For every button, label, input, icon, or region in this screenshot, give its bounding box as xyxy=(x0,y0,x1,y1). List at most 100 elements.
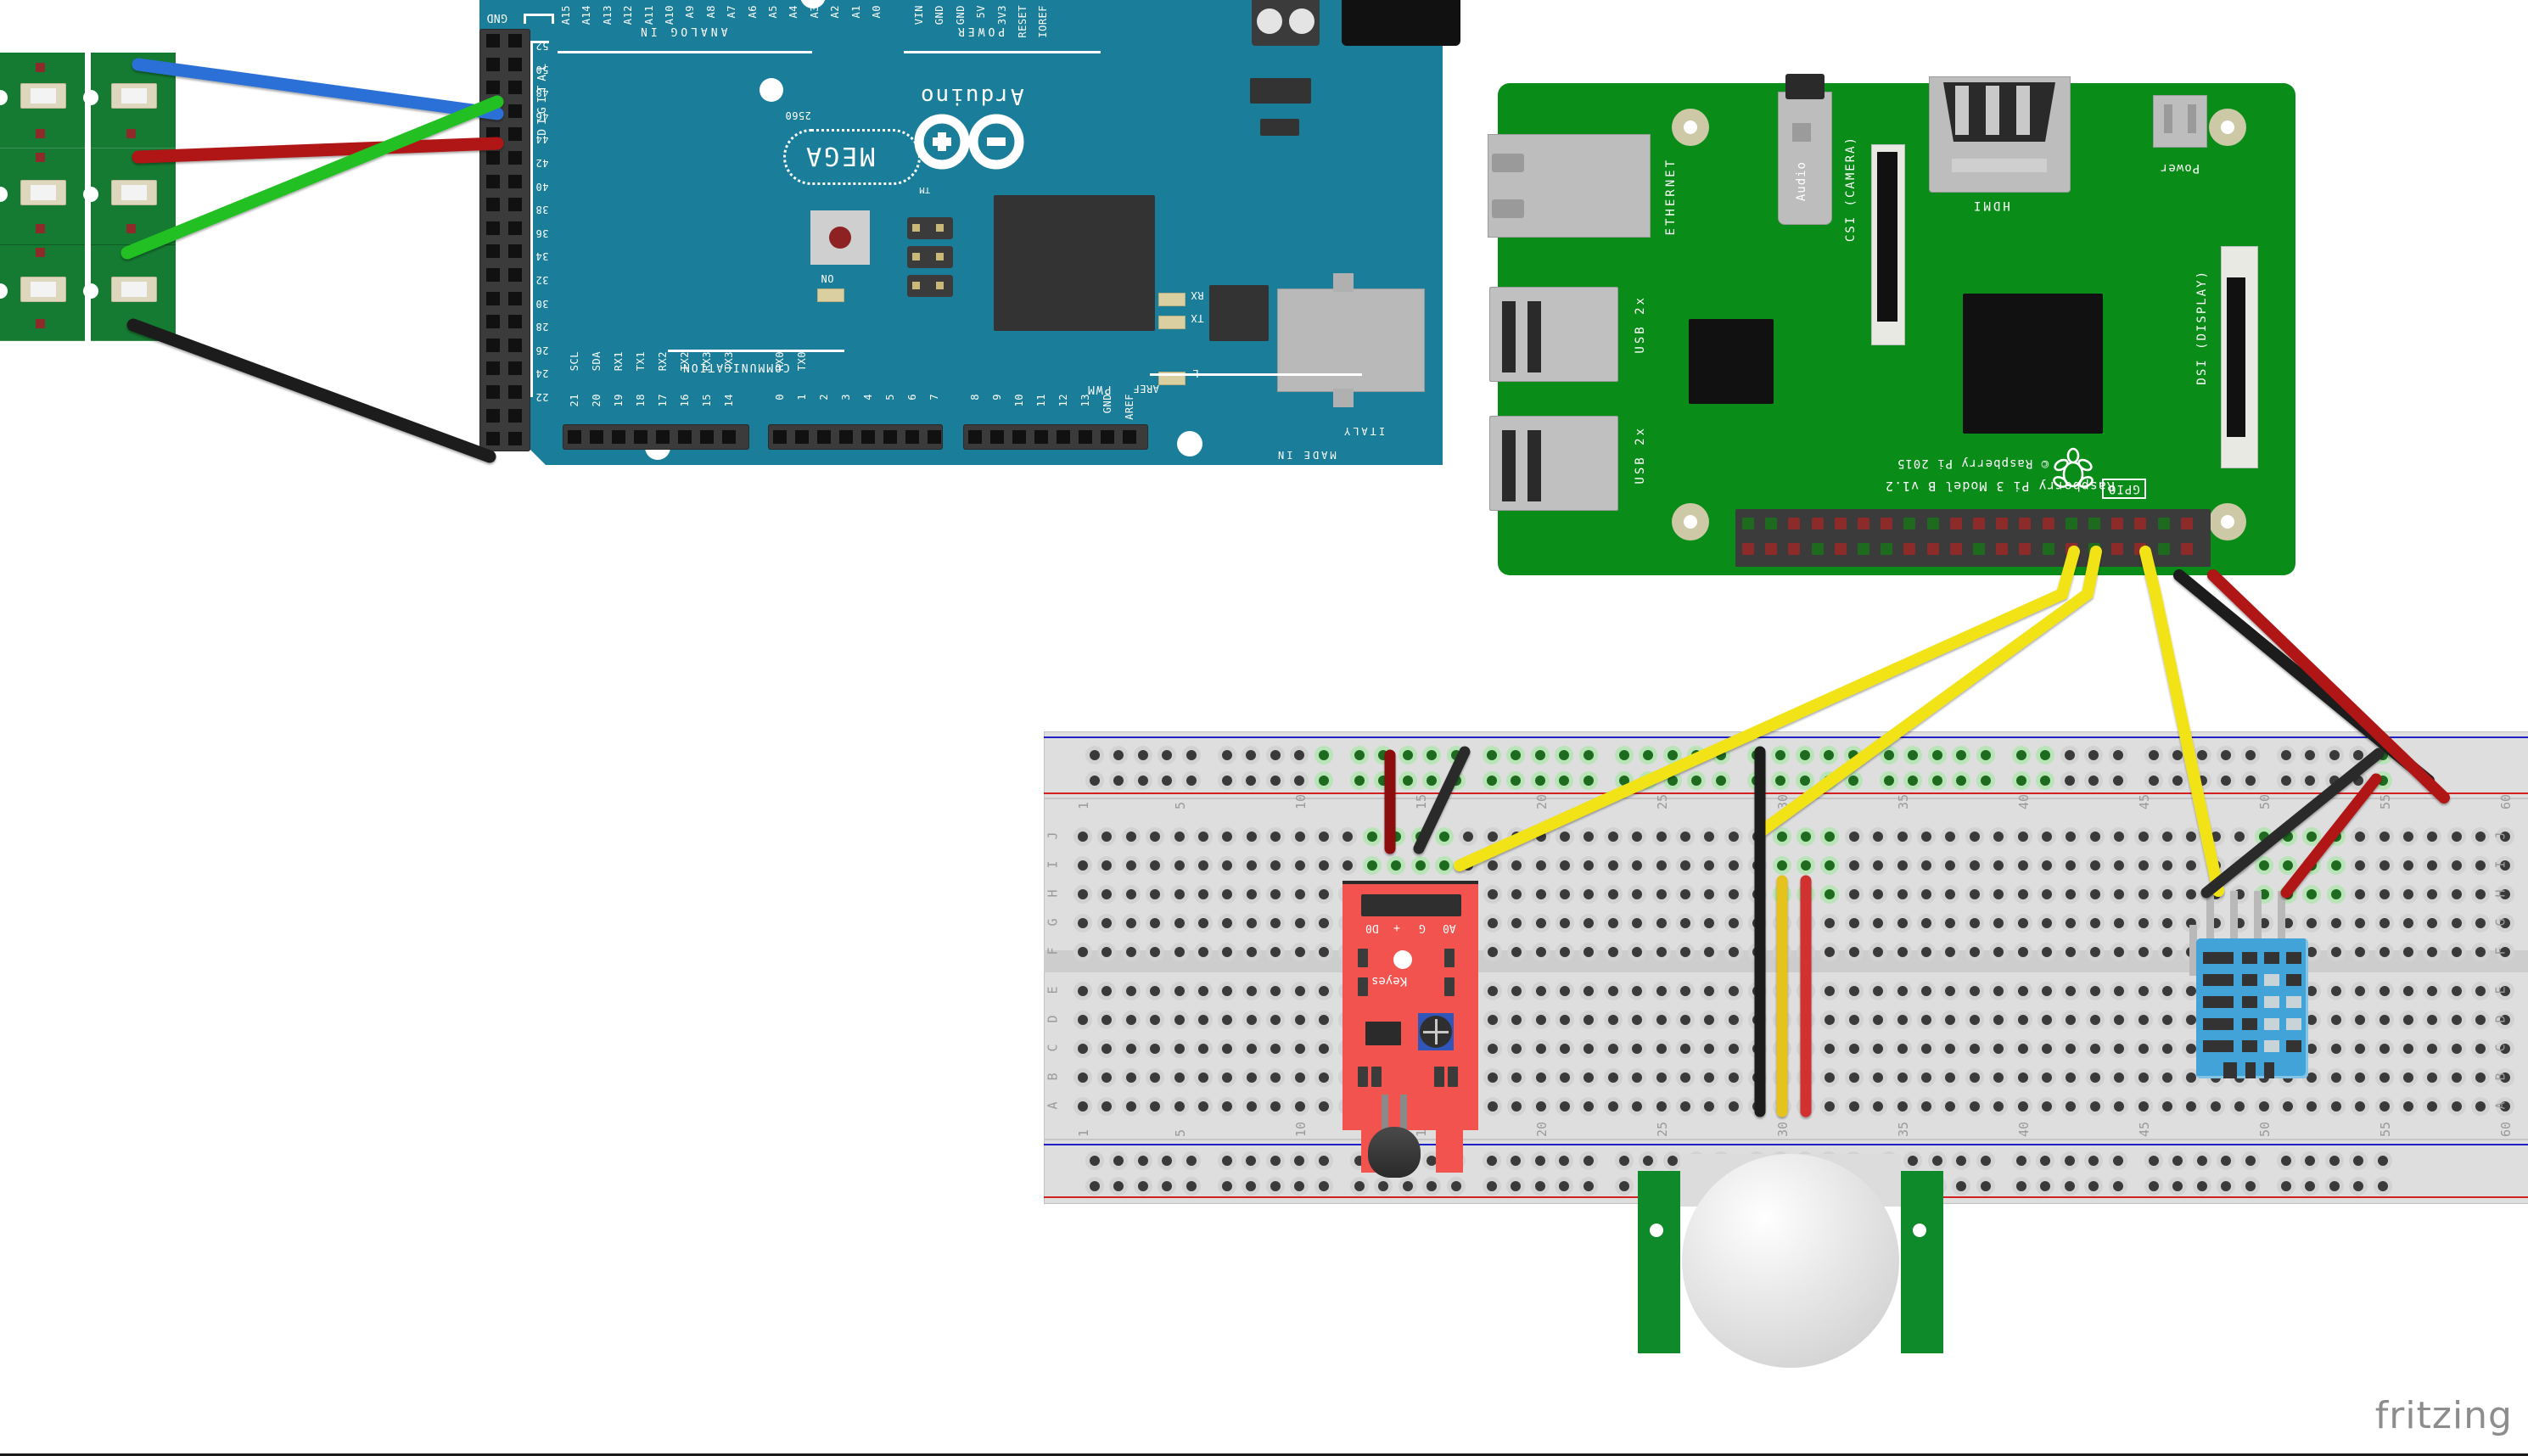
keyes-sensor-module[interactable]: D0 + G A0 Keyes xyxy=(1342,881,1478,1173)
breadboard-hole[interactable] xyxy=(2017,1044,2028,1054)
arduino-digital-pin[interactable] xyxy=(508,432,522,446)
icsp-header[interactable] xyxy=(907,275,953,297)
breadboard-hole[interactable] xyxy=(1319,986,1329,996)
breadboard-rail-hole-top[interactable] xyxy=(1752,776,1762,786)
breadboard-rail-hole-bottom[interactable] xyxy=(1186,1156,1197,1166)
breadboard-hole[interactable] xyxy=(1078,832,1088,842)
breadboard-hole[interactable] xyxy=(2042,1044,2052,1054)
breadboard-hole[interactable] xyxy=(1198,889,1208,899)
rpi-gpio-pin[interactable] xyxy=(2088,543,2100,555)
breadboard-hole[interactable] xyxy=(1487,1072,1498,1083)
breadboard-rail-hole-top[interactable] xyxy=(1090,750,1100,760)
breadboard-hole[interactable] xyxy=(1801,1044,1811,1054)
breadboard-hole[interactable] xyxy=(1921,986,1931,996)
arduino-header-pin[interactable] xyxy=(883,430,897,444)
breadboard-hole[interactable] xyxy=(2210,860,2221,871)
breadboard-hole[interactable] xyxy=(1535,918,1546,928)
breadboard-hole[interactable] xyxy=(1969,918,1980,928)
breadboard-hole[interactable] xyxy=(2451,889,2462,899)
breadboard-rail-hole-top[interactable] xyxy=(1487,776,1497,786)
breadboard-hole[interactable] xyxy=(2017,860,2028,871)
arduino-header-pin[interactable] xyxy=(568,430,581,444)
breadboard-hole[interactable] xyxy=(2451,1072,2462,1083)
breadboard-hole[interactable] xyxy=(2089,947,2100,957)
breadboard-hole[interactable] xyxy=(1656,1072,1667,1083)
arduino-header-pin[interactable] xyxy=(1123,430,1136,444)
arduino-digital-pin[interactable] xyxy=(486,198,500,212)
breadboard-rail-hole-top[interactable] xyxy=(1980,750,1991,760)
breadboard-hole[interactable] xyxy=(1776,947,1787,957)
breadboard-rail-hole-top[interactable] xyxy=(1667,776,1678,786)
breadboard-rail-hole-bottom[interactable] xyxy=(1137,1156,1148,1166)
breadboard-hole[interactable] xyxy=(2283,1101,2293,1112)
breadboard-hole[interactable] xyxy=(2042,947,2052,957)
breadboard-hole[interactable] xyxy=(1656,1044,1667,1054)
breadboard-hole[interactable] xyxy=(2379,889,2390,899)
breadboard-hole[interactable] xyxy=(1294,1044,1305,1054)
breadboard-hole[interactable] xyxy=(1897,1015,1908,1025)
breadboard-hole[interactable] xyxy=(2138,947,2149,957)
breadboard-hole[interactable] xyxy=(2330,1072,2341,1083)
breadboard-hole[interactable] xyxy=(1560,986,1570,996)
breadboard-rail-hole-bottom[interactable] xyxy=(2329,1156,2340,1166)
breadboard-rail-hole-top[interactable] xyxy=(1715,776,1726,786)
breadboard-rail-hole-bottom[interactable] xyxy=(1583,1156,1594,1166)
breadboard-hole[interactable] xyxy=(1801,832,1811,842)
breadboard-hole[interactable] xyxy=(1487,832,1498,842)
breadboard-hole[interactable] xyxy=(1560,832,1570,842)
screw-terminal[interactable] xyxy=(111,277,157,302)
rpi-gpio-pin[interactable] xyxy=(1765,518,1778,529)
breadboard-hole[interactable] xyxy=(1439,832,1449,842)
arduino-header-pin[interactable] xyxy=(590,430,603,444)
breadboard-hole[interactable] xyxy=(1680,832,1690,842)
breadboard-rail-hole-top[interactable] xyxy=(2245,750,2256,760)
breadboard-hole[interactable] xyxy=(2089,986,2100,996)
breadboard-hole[interactable] xyxy=(2042,860,2052,871)
breadboard-hole[interactable] xyxy=(1560,1072,1570,1083)
breadboard-rail-hole-top[interactable] xyxy=(2064,750,2075,760)
rpi-gpio-pin[interactable] xyxy=(2019,543,2032,555)
breadboard-hole[interactable] xyxy=(1125,1101,1136,1112)
breadboard-hole[interactable] xyxy=(1848,860,1859,871)
breadboard-rail-hole-top[interactable] xyxy=(2329,776,2340,786)
arduino-header-pin[interactable] xyxy=(722,430,736,444)
breadboard-hole[interactable] xyxy=(1680,1044,1690,1054)
arduino-header-pin[interactable] xyxy=(928,430,941,444)
breadboard-hole[interactable] xyxy=(2089,1101,2100,1112)
breadboard-hole[interactable] xyxy=(1246,1072,1257,1083)
breadboard-hole[interactable] xyxy=(2330,947,2341,957)
breadboard-rail-hole-bottom[interactable] xyxy=(1667,1156,1678,1166)
breadboard-hole[interactable] xyxy=(1607,986,1618,996)
breadboard-hole[interactable] xyxy=(2017,889,2028,899)
breadboard-hole[interactable] xyxy=(1776,986,1787,996)
breadboard-hole[interactable] xyxy=(1680,918,1690,928)
breadboard-rail-hole-top[interactable] xyxy=(2112,750,2123,760)
arduino-header-pin[interactable] xyxy=(990,430,1004,444)
breadboard-hole[interactable] xyxy=(1174,832,1185,842)
breadboard-hole[interactable] xyxy=(1921,947,1931,957)
breadboard-hole[interactable] xyxy=(1897,918,1908,928)
breadboard-hole[interactable] xyxy=(2138,1072,2149,1083)
breadboard-rail-hole-top[interactable] xyxy=(1931,750,1942,760)
breadboard-rail-hole-bottom[interactable] xyxy=(2064,1181,2075,1191)
rpi-gpio-pin[interactable] xyxy=(1765,543,1778,555)
breadboard-hole[interactable] xyxy=(2138,1044,2149,1054)
breadboard-hole[interactable] xyxy=(2042,889,2052,899)
rpi-gpio-pin[interactable] xyxy=(1926,543,1939,555)
breadboard-hole[interactable] xyxy=(1897,860,1908,871)
breadboard-rail-hole-bottom[interactable] xyxy=(2281,1156,2291,1166)
breadboard-rail-hole-top[interactable] xyxy=(1752,750,1762,760)
breadboard-hole[interactable] xyxy=(1969,1015,1980,1025)
breadboard-hole[interactable] xyxy=(1319,947,1329,957)
arduino-digital-pin[interactable] xyxy=(508,338,522,352)
breadboard-hole[interactable] xyxy=(1487,947,1498,957)
breadboard-rail-hole-bottom[interactable] xyxy=(1318,1156,1329,1166)
breadboard-hole[interactable] xyxy=(2162,832,2172,842)
breadboard-hole[interactable] xyxy=(2330,1044,2341,1054)
breadboard-hole[interactable] xyxy=(2162,1015,2172,1025)
breadboard-hole[interactable] xyxy=(1680,860,1690,871)
breadboard-hole[interactable] xyxy=(2138,889,2149,899)
arduino-header-pin[interactable] xyxy=(1079,430,1092,444)
breadboard-hole[interactable] xyxy=(2379,1015,2390,1025)
breadboard-hole[interactable] xyxy=(1535,1044,1546,1054)
